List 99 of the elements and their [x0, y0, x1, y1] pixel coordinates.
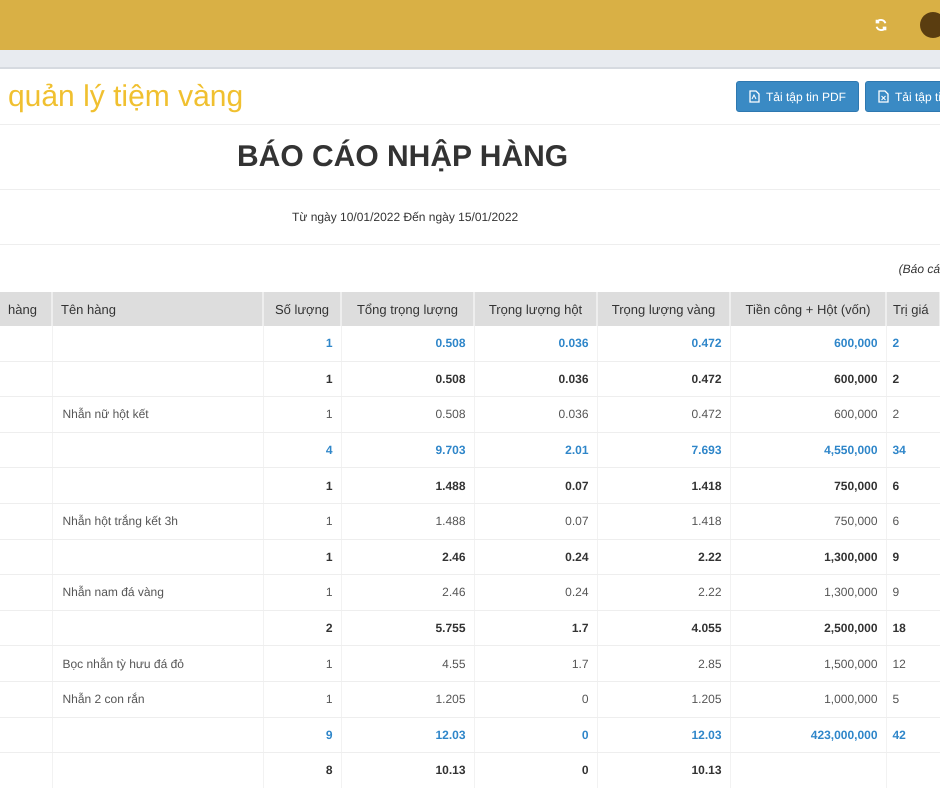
table-cell: 1.205	[341, 681, 474, 718]
table-cell: 2	[263, 610, 341, 646]
table-cell: 5	[886, 681, 940, 718]
table-cell: 2.01	[474, 432, 597, 468]
table-cell: 2	[886, 361, 940, 397]
table-cell: 0.508	[341, 326, 474, 362]
spreadsheet-file-icon	[878, 90, 889, 103]
table-cell: 2.46	[341, 574, 474, 610]
table-cell: 2	[886, 396, 940, 432]
table-cell: 0.472	[597, 361, 730, 397]
table-cell: 423,000,000	[730, 717, 886, 753]
column-header: Tên hàng	[52, 292, 263, 326]
table-cell: 600,000	[730, 361, 886, 397]
date-range: Từ ngày 10/01/2022 Đến ngày 15/01/2022	[292, 210, 518, 224]
table-cell: 0.508	[341, 396, 474, 432]
table-cell: 0.508	[341, 361, 474, 397]
table-cell: 34	[886, 432, 940, 468]
table-cell: 750,000	[730, 468, 886, 504]
column-header: Số lượng	[263, 292, 341, 326]
table-cell: 2	[886, 326, 940, 362]
table-cell: 9.703	[341, 432, 474, 468]
table-cell: 0.036	[474, 396, 597, 432]
table-cell: 1.205	[597, 681, 730, 718]
pdf-file-icon	[748, 90, 760, 103]
table-cell: 0.036	[474, 361, 597, 397]
table-cell: 0.24	[474, 574, 597, 610]
table-cell: 1.7	[474, 646, 597, 682]
table-cell: 0.472	[597, 396, 730, 432]
table-cell: 600,000	[730, 326, 886, 362]
table-cell: 1	[263, 574, 341, 610]
download-button[interactable]: Tải tập tin PDF	[736, 81, 859, 112]
table-cell: 2,500,000	[730, 610, 886, 646]
table-cell	[0, 326, 52, 362]
table-cell: 2.46	[341, 539, 474, 575]
table-cell: 9	[886, 539, 940, 575]
table-cell: 600,000	[730, 396, 886, 432]
report-title: BÁO CÁO NHẬP HÀNG	[237, 140, 568, 174]
table-cell: 1.488	[341, 503, 474, 540]
table-cell: 0.472	[597, 326, 730, 362]
table-cell: 1	[263, 646, 341, 682]
table-cell: 12.03	[597, 717, 730, 753]
table-cell: 9	[886, 574, 940, 610]
table-cell: 1.418	[597, 468, 730, 504]
table-cell: 750,000	[730, 503, 886, 540]
table-cell: 1.488	[341, 468, 474, 504]
table-cell: 0.036	[474, 326, 597, 362]
column-header: Trọng lượng hột	[474, 292, 597, 326]
table-cell: 2.22	[597, 539, 730, 575]
column-header: Trị giá	[886, 292, 940, 326]
column-header: Tổng trọng lượng	[341, 292, 474, 326]
table-cell: 1	[263, 396, 341, 432]
table-cell: 1	[263, 503, 341, 540]
table-cell: 0	[474, 681, 597, 718]
table-cell: 1	[263, 468, 341, 504]
table-cell: 10.13	[597, 752, 730, 788]
table-cell: Nhẫn hột trắng kết 3h	[52, 503, 263, 540]
table-cell: 4.55	[341, 646, 474, 682]
app-title: quản lý tiệm vàng	[8, 80, 244, 114]
table-cell: 2.22	[597, 574, 730, 610]
table-cell: 1	[263, 326, 341, 362]
report-note: (Báo cá	[898, 262, 940, 276]
table-cell: Nhẫn nam đá vàng	[52, 574, 263, 610]
table-cell: 7.693	[597, 432, 730, 468]
table-cell: 18	[886, 610, 940, 646]
table-cell: 0.24	[474, 539, 597, 575]
table-cell: 4	[263, 432, 341, 468]
table-cell: 5.755	[341, 610, 474, 646]
table-cell: 1,300,000	[730, 539, 886, 575]
table-cell: 12	[886, 646, 940, 682]
table-cell: Nhẫn nữ hột kết	[52, 396, 263, 432]
download-button[interactable]: Tải tập ti	[864, 81, 940, 112]
avatar-icon[interactable]	[920, 12, 940, 38]
column-header: hàng	[0, 292, 52, 326]
table-cell: 1,300,000	[730, 574, 886, 610]
table-cell: Nhẫn 2 con rắn	[52, 681, 263, 718]
table-cell: 1	[263, 361, 341, 397]
table-cell: 1.418	[597, 503, 730, 540]
table-cell: 0	[474, 752, 597, 788]
table-cell: 0.07	[474, 503, 597, 540]
table-cell: 1	[263, 539, 341, 575]
table-cell: 2.85	[597, 646, 730, 682]
table-cell: 8	[263, 752, 341, 788]
table-cell: 0	[474, 717, 597, 753]
table-cell: 4,550,000	[730, 432, 886, 468]
table-cell: 42	[886, 717, 940, 753]
table-cell: 1,500,000	[730, 646, 886, 682]
table-cell: 1	[263, 681, 341, 718]
table-cell: 1,000,000	[730, 681, 886, 718]
table-cell: 1.7	[474, 610, 597, 646]
table-cell: 6	[886, 468, 940, 504]
column-header: Tiền công + Hột (vốn)	[730, 292, 886, 326]
table-cell: 9	[263, 717, 341, 753]
table-cell: 10.13	[341, 752, 474, 788]
table-cell: 4.055	[597, 610, 730, 646]
table-cell: Bọc nhẫn tỳ hưu đá đỏ	[52, 646, 263, 682]
table-cell: 12.03	[341, 717, 474, 753]
table-cell: 0.07	[474, 468, 597, 504]
table-cell: 6	[886, 503, 940, 540]
column-header: Trọng lượng vàng	[597, 292, 730, 326]
